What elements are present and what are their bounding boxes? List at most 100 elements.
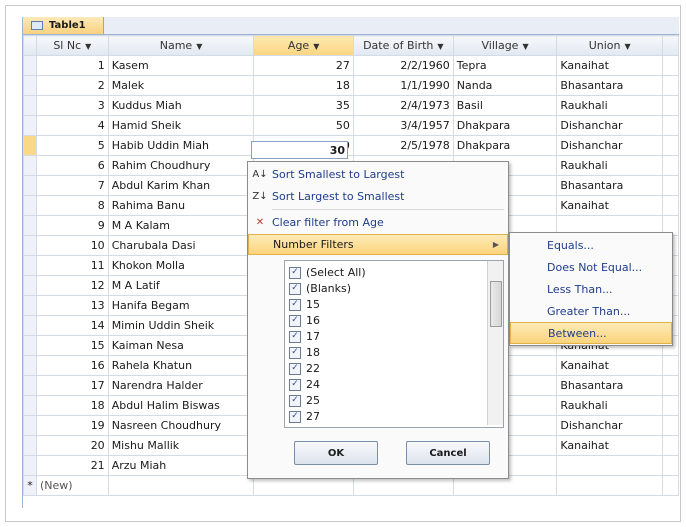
- cell-sl[interactable]: 14: [35, 315, 109, 336]
- cell-empty[interactable]: [662, 155, 679, 176]
- cell-sl[interactable]: 4: [35, 115, 109, 136]
- row-selector[interactable]: [23, 395, 37, 416]
- cell-name[interactable]: Kuddus Miah: [107, 95, 255, 116]
- cell-union[interactable]: Raukhali: [556, 95, 664, 116]
- row-selector[interactable]: [23, 135, 37, 156]
- menu-number-filters[interactable]: Number Filters ▶: [248, 234, 508, 255]
- cell-name[interactable]: Habib Uddin Miah: [107, 135, 255, 156]
- cell-name[interactable]: Rahela Khatun: [107, 355, 255, 376]
- age-edit-cell[interactable]: 30: [251, 141, 348, 159]
- column-header-add[interactable]: [662, 35, 679, 56]
- cell-empty[interactable]: [662, 355, 679, 376]
- cell-dob[interactable]: 3/4/1957: [352, 115, 454, 136]
- checklist-item[interactable]: ✓ 18: [289, 344, 320, 361]
- cell-dob[interactable]: 2/5/1978: [352, 135, 454, 156]
- submenu-greater-than[interactable]: Greater Than...: [510, 300, 672, 322]
- cell-union[interactable]: Bhasantara: [556, 175, 664, 196]
- cell-name[interactable]: Hamid Sheik: [107, 115, 255, 136]
- cell-name[interactable]: Malek: [107, 75, 255, 96]
- cell-name[interactable]: Rahim Choudhury: [107, 155, 255, 176]
- submenu-between[interactable]: Between...: [510, 322, 672, 344]
- cell-union[interactable]: [556, 455, 664, 476]
- checkbox[interactable]: ✓: [289, 282, 301, 295]
- cell-age[interactable]: 27: [253, 55, 354, 76]
- cell-sl[interactable]: 10: [35, 235, 109, 256]
- cell-sl[interactable]: 15: [35, 335, 109, 356]
- row-selector[interactable]: [23, 115, 37, 136]
- cell-sl[interactable]: 3: [35, 95, 109, 116]
- row-selector[interactable]: [23, 155, 37, 176]
- cell-village[interactable]: Basil: [452, 95, 558, 116]
- cell-age[interactable]: 35: [253, 95, 354, 116]
- row-selector[interactable]: [23, 55, 37, 76]
- dropdown-icon[interactable]: ▼: [625, 42, 631, 51]
- row-selector[interactable]: [23, 235, 37, 256]
- cell-sl[interactable]: 9: [35, 215, 109, 236]
- cell-union[interactable]: Kanaihat: [556, 55, 664, 76]
- column-header-sl[interactable]: Sl Nc ▼: [35, 35, 109, 56]
- cell-empty[interactable]: [662, 75, 679, 96]
- row-selector[interactable]: [23, 335, 37, 356]
- checkbox[interactable]: ✓: [289, 266, 301, 279]
- table-row[interactable]: 1 Kasem 27 2/2/1960 Tepra Kanaihat: [23, 55, 679, 76]
- checkbox[interactable]: ✓: [289, 346, 301, 359]
- checklist-item[interactable]: ✓ 17: [289, 328, 320, 345]
- cell-sl[interactable]: 13: [35, 295, 109, 316]
- new-record-cell[interactable]: [662, 475, 679, 496]
- checkbox[interactable]: ✓: [289, 362, 301, 375]
- cell-empty[interactable]: [662, 195, 679, 216]
- cell-union[interactable]: Dishanchar: [556, 415, 664, 436]
- row-selector[interactable]: [23, 195, 37, 216]
- row-selector[interactable]: [23, 75, 37, 96]
- row-selector[interactable]: [23, 315, 37, 336]
- checkbox[interactable]: ✓: [289, 378, 301, 391]
- cell-union[interactable]: Dishanchar: [556, 135, 664, 156]
- cell-village[interactable]: Dhakpara: [452, 115, 558, 136]
- dropdown-icon[interactable]: ▼: [522, 42, 528, 51]
- dropdown-icon[interactable]: ▼: [196, 42, 202, 51]
- cell-union[interactable]: Dishanchar: [556, 115, 664, 136]
- cell-name[interactable]: Hanifa Begam: [107, 295, 255, 316]
- column-header-dob[interactable]: Date of Birth ▼: [352, 35, 454, 56]
- cell-name[interactable]: Mishu Mallik: [107, 435, 255, 456]
- cell-name[interactable]: M A Latif: [107, 275, 255, 296]
- cell-name[interactable]: Nasreen Choudhury: [107, 415, 255, 436]
- menu-clear-filter[interactable]: ✕ Clear filter from Age: [248, 212, 508, 233]
- cell-name[interactable]: Kaiman Nesa: [107, 335, 255, 356]
- new-record-cell[interactable]: [556, 475, 664, 496]
- dropdown-icon[interactable]: ▼: [313, 42, 319, 51]
- row-selector[interactable]: [23, 435, 37, 456]
- tab-table1[interactable]: Table1: [23, 17, 104, 34]
- checklist-item[interactable]: ✓ 15: [289, 296, 320, 313]
- row-selector[interactable]: [23, 95, 37, 116]
- cell-name[interactable]: Rahima Banu: [107, 195, 255, 216]
- cell-union[interactable]: Kanaihat: [556, 355, 664, 376]
- cell-empty[interactable]: [662, 395, 679, 416]
- cell-empty[interactable]: [662, 175, 679, 196]
- cell-village[interactable]: Tepra: [452, 55, 558, 76]
- checkbox[interactable]: ✓: [289, 314, 301, 327]
- cell-age[interactable]: 18: [253, 75, 354, 96]
- row-selector[interactable]: [23, 255, 37, 276]
- cell-sl[interactable]: 21: [35, 455, 109, 476]
- select-all-corner[interactable]: [23, 35, 37, 56]
- checklist-item[interactable]: ✓ 25: [289, 392, 320, 409]
- submenu-does-not-equal[interactable]: Does Not Equal...: [510, 256, 672, 278]
- row-selector[interactable]: [23, 275, 37, 296]
- table-row[interactable]: 2 Malek 18 1/1/1990 Nanda Bhasantara: [23, 75, 679, 96]
- cell-union[interactable]: Kanaihat: [556, 195, 664, 216]
- new-record-label[interactable]: (New): [35, 475, 109, 496]
- cell-empty[interactable]: [662, 415, 679, 436]
- cell-sl[interactable]: 6: [35, 155, 109, 176]
- table-row[interactable]: 4 Hamid Sheik 50 3/4/1957 Dhakpara Dishanchar: [23, 115, 679, 136]
- checklist-item[interactable]: ✓ 24: [289, 376, 320, 393]
- cell-empty[interactable]: [662, 435, 679, 456]
- cell-name[interactable]: Abdul Halim Biswas: [107, 395, 255, 416]
- dropdown-icon[interactable]: ▼: [437, 42, 443, 51]
- submenu-equals[interactable]: Equals...: [510, 234, 672, 256]
- cell-union[interactable]: Bhasantara: [556, 75, 664, 96]
- cell-name[interactable]: Khokon Molla: [107, 255, 255, 276]
- row-selector[interactable]: [23, 355, 37, 376]
- row-selector[interactable]: [23, 415, 37, 436]
- cell-empty[interactable]: [662, 55, 679, 76]
